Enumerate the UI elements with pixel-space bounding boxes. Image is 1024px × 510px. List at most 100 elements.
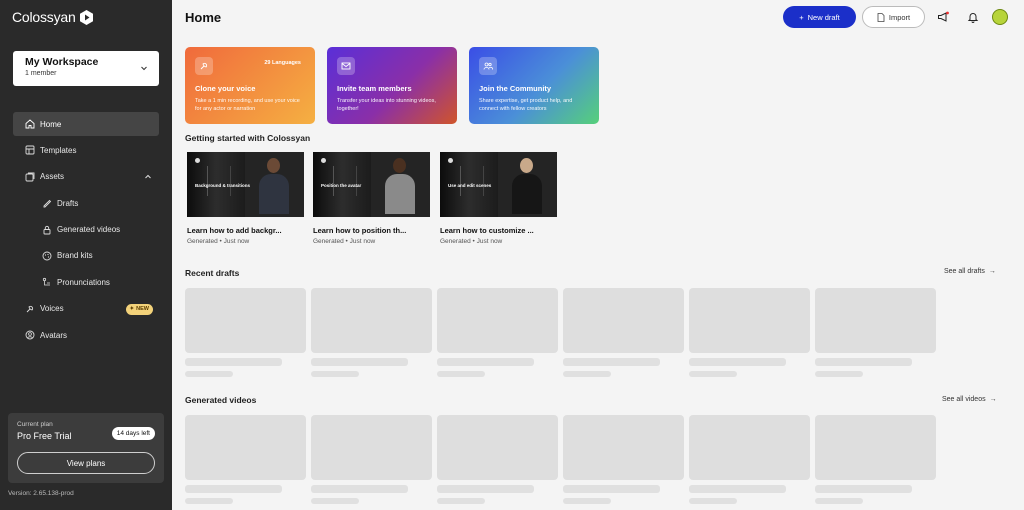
new-draft-label: New draft xyxy=(807,12,840,22)
see-all-videos-link[interactable]: See all videos → xyxy=(942,396,997,403)
pronunciation-icon xyxy=(42,277,52,287)
loading-skeleton xyxy=(815,415,936,480)
sidebar-item-label: Generated videos xyxy=(57,225,121,235)
promo-description: Transfer your ideas into stunning videos… xyxy=(337,98,436,112)
sidebar-item-label: Pronunciations xyxy=(57,277,110,287)
loading-skeleton xyxy=(311,415,432,480)
loading-skeleton-line xyxy=(311,371,359,377)
promo-title: Invite team members xyxy=(337,84,412,93)
loading-skeleton xyxy=(563,288,684,353)
promo-invite-team[interactable]: Invite team members Transfer your ideas … xyxy=(327,47,457,124)
video-card[interactable]: Use and edit scenes Learn how to customi… xyxy=(440,152,557,245)
sidebar-item-generated-videos[interactable]: Generated videos xyxy=(13,218,159,242)
generated-videos-title: Generated videos xyxy=(185,395,257,405)
view-plans-button[interactable]: View plans xyxy=(17,452,155,474)
video-thumbnail: Position the avatar xyxy=(313,152,430,217)
arrow-right-icon: → xyxy=(988,268,996,275)
sidebar-item-pronunciations[interactable]: Pronunciations xyxy=(13,270,159,294)
drafts-icon xyxy=(42,198,52,208)
loading-skeleton-line xyxy=(185,358,282,366)
promo-join-community[interactable]: Join the Community Share expertise, get … xyxy=(469,47,599,124)
user-avatar[interactable] xyxy=(992,9,1008,25)
sidebar-item-brand-kits[interactable]: Brand kits xyxy=(13,244,159,268)
sidebar-item-label: Brand kits xyxy=(57,251,93,261)
mail-icon xyxy=(337,57,355,75)
thumbnail-caption: Use and edit scenes xyxy=(448,183,492,188)
see-all-label: See all videos xyxy=(942,396,986,403)
video-meta: Generated • Just now xyxy=(187,238,250,245)
loading-skeleton-line xyxy=(311,498,359,504)
main-content: Home + New draft Import 29 Languages Clo… xyxy=(172,0,1024,510)
video-card[interactable]: Position the avatar Learn how to positio… xyxy=(313,152,430,245)
loading-skeleton xyxy=(185,288,306,353)
lock-icon xyxy=(42,225,52,235)
sidebar-item-label: Voices xyxy=(40,304,64,314)
sidebar-item-label: Templates xyxy=(40,145,77,155)
video-meta: Generated • Just now xyxy=(440,238,503,245)
sparkle-icon: ✦ xyxy=(129,306,135,313)
video-title: Learn how to add backgr... xyxy=(187,226,282,235)
sidebar-item-voices[interactable]: Voices ✦ NEW xyxy=(13,297,159,321)
video-thumbnail: Background & transitions xyxy=(187,152,304,217)
video-card[interactable]: Background & transitions Learn how to ad… xyxy=(187,152,304,245)
sidebar-item-avatars[interactable]: Avatars xyxy=(13,323,159,347)
loading-skeleton xyxy=(437,288,558,353)
promo-clone-voice[interactable]: 29 Languages Clone your voice Take a 1 m… xyxy=(185,47,315,124)
brand-dot-icon xyxy=(195,158,200,163)
version-text: Version: 2.65.138-prod xyxy=(8,490,74,497)
import-button[interactable]: Import xyxy=(862,6,925,28)
loading-skeleton-line xyxy=(185,498,233,504)
loading-skeleton xyxy=(311,288,432,353)
sidebar-item-templates[interactable]: Templates xyxy=(13,138,159,162)
logo[interactable]: Colossyan xyxy=(12,9,93,25)
logo-mark-icon xyxy=(79,9,93,25)
loading-skeleton-line xyxy=(815,485,912,493)
import-label: Import xyxy=(888,12,911,22)
sidebar-item-label: Avatars xyxy=(40,330,67,340)
page-title: Home xyxy=(185,10,222,25)
video-title: Learn how to customize ... xyxy=(440,226,534,235)
file-icon xyxy=(877,12,885,22)
megaphone-icon[interactable] xyxy=(937,11,949,23)
loading-skeleton-line xyxy=(815,358,912,366)
sidebar-item-label: Drafts xyxy=(57,198,79,208)
loading-skeleton-line xyxy=(437,358,534,366)
recent-drafts-title: Recent drafts xyxy=(185,268,240,278)
home-icon xyxy=(25,119,35,129)
thumbnail-caption: Background & transitions xyxy=(195,183,251,188)
loading-skeleton xyxy=(563,415,684,480)
sidebar-item-drafts[interactable]: Drafts xyxy=(13,191,159,215)
brand-dot-icon xyxy=(321,158,326,163)
loading-skeleton-line xyxy=(437,371,485,377)
new-draft-button[interactable]: + New draft xyxy=(783,6,856,28)
promo-description: Share expertise, get product help, and c… xyxy=(479,98,573,112)
plan-card: Current plan Pro Free Trial 14 days left… xyxy=(8,413,164,483)
sidebar-item-home[interactable]: Home xyxy=(13,112,159,136)
promo-description: Take a 1 min recording, and use your voi… xyxy=(195,98,300,112)
loading-skeleton-line xyxy=(437,498,485,504)
loading-skeleton xyxy=(689,288,810,353)
loading-skeleton-line xyxy=(311,358,408,366)
promo-title: Clone your voice xyxy=(195,84,256,93)
workspace-members: 1 member xyxy=(25,70,57,77)
palette-icon xyxy=(42,251,52,261)
see-all-drafts-link[interactable]: See all drafts → xyxy=(944,268,996,275)
avatar-icon xyxy=(25,330,35,340)
loading-skeleton-line xyxy=(311,485,408,493)
loading-skeleton-line xyxy=(815,371,863,377)
video-meta: Generated • Just now xyxy=(313,238,376,245)
plus-icon: + xyxy=(799,12,804,22)
sidebar-item-label: Home xyxy=(40,119,62,129)
trial-days-badge: 14 days left xyxy=(111,427,155,440)
thumbnail-caption: Position the avatar xyxy=(321,183,362,188)
loading-skeleton xyxy=(689,415,810,480)
sidebar-item-assets[interactable]: Assets xyxy=(13,165,159,189)
workspace-name: My Workspace xyxy=(25,56,99,68)
loading-skeleton-line xyxy=(563,485,660,493)
bell-icon[interactable] xyxy=(967,11,979,23)
getting-started-title: Getting started with Colossyan xyxy=(185,133,311,143)
microphone-icon xyxy=(195,57,213,75)
workspace-switcher[interactable]: My Workspace 1 member xyxy=(13,51,159,86)
promo-title: Join the Community xyxy=(479,84,552,93)
loading-skeleton-line xyxy=(563,498,611,504)
